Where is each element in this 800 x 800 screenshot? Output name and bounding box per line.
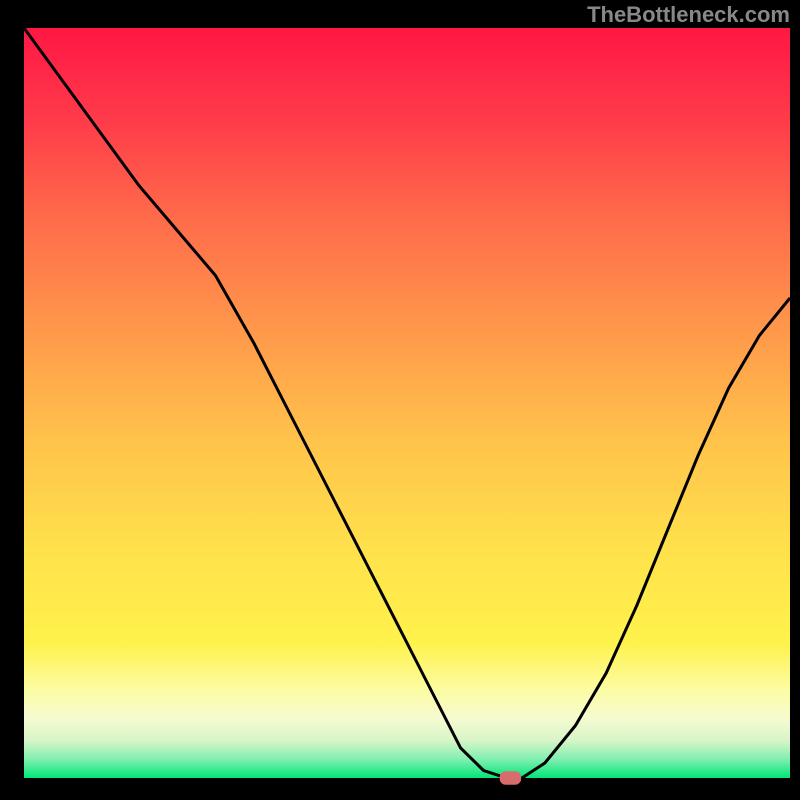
plot-background	[24, 28, 790, 778]
optimal-marker	[500, 771, 521, 785]
watermark-text: TheBottleneck.com	[587, 2, 790, 28]
chart-svg	[0, 0, 800, 800]
bottleneck-chart	[0, 0, 800, 800]
